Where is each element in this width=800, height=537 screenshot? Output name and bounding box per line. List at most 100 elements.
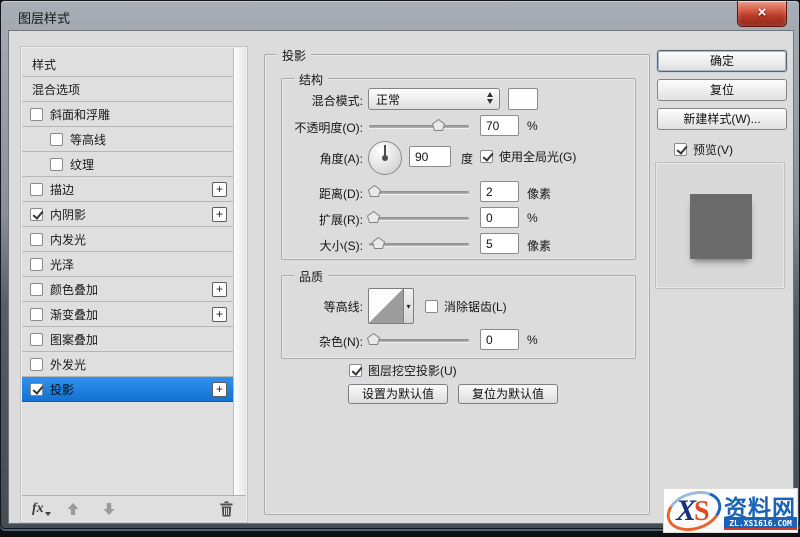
sidebar-item-styles[interactable]: 样式 [22,52,233,77]
noise-input[interactable] [480,329,519,350]
blend-mode-select[interactable]: 正常 [368,88,500,110]
color-overlay-checkbox[interactable] [30,282,43,296]
noise-slider-track[interactable] [369,339,469,342]
close-button[interactable]: × [737,1,787,27]
stroke-add-button[interactable]: + [212,182,227,197]
sidebar-item-contour[interactable]: 等高线 [22,127,233,152]
sidebar-item-inner-glow[interactable]: 内发光 [22,227,233,252]
opacity-row: 不透明度(O): % [282,115,635,139]
dialog-body: 样式 混合选项 斜面和浮雕 等高线 纹理 描边 + 内阴影 + 内发光 光泽 颜… [8,30,794,524]
opacity-slider-thumb[interactable] [432,119,445,131]
antialias-row: 消除锯齿(L) [425,298,507,315]
reset-button[interactable]: 复位 [657,79,787,101]
outer-glow-checkbox[interactable] [30,357,43,371]
new-style-button[interactable]: 新建样式(W)... [657,108,787,130]
drop-shadow-add-button[interactable]: + [212,382,227,397]
style-list-panel: 样式 混合选项 斜面和浮雕 等高线 纹理 描边 + 内阴影 + 内发光 光泽 颜… [20,46,248,523]
sidebar-item-gradient-overlay[interactable]: 渐变叠加 + [22,302,233,327]
watermark-site-url: ZL.XS1616.COM [724,517,797,530]
sidebar-item-pattern-overlay[interactable]: 图案叠加 [22,327,233,352]
inner-shadow-add-button[interactable]: + [212,207,227,222]
angle-hub [382,155,388,161]
contour-thumbnail [368,288,404,324]
noise-slider-thumb[interactable] [367,333,380,345]
preview-thumbnail [690,194,752,259]
pattern-overlay-checkbox[interactable] [30,332,43,346]
sidebar-item-bevel-emboss[interactable]: 斜面和浮雕 [22,102,233,127]
spread-input[interactable] [480,207,519,228]
layer-knockout-checkbox[interactable] [349,364,362,377]
quality-group: 品质 等高线: ▾ 消除锯齿(L) 杂色(N): 0 % [281,268,636,359]
preview-panel [655,162,785,289]
sidebar-item-drop-shadow[interactable]: 投影 + [22,377,233,402]
distance-input[interactable] [480,181,519,202]
sidebar-footer-toolbar: fx [22,495,246,521]
move-effect-up-icon[interactable] [66,502,80,516]
color-overlay-add-button[interactable]: + [212,282,227,297]
distance-row: 距离(D): 像素 [282,181,635,205]
contour-dropdown-arrow[interactable]: ▾ [403,288,414,324]
bevel-emboss-checkbox[interactable] [30,107,43,121]
shadow-color-swatch[interactable] [508,88,538,110]
angle-row: 角度(A): 度 使用全局光(G) [282,139,635,177]
watermark: X S 资料网 ZL.XS1616.COM [661,484,798,537]
contour-row: 等高线: ▾ 消除锯齿(L) [282,288,635,325]
distance-slider-thumb[interactable] [368,185,381,197]
watermark-logo-icon: X S [661,484,727,537]
ok-button[interactable]: 确定 [657,50,787,72]
spread-slider[interactable] [367,207,469,229]
sidebar-item-texture[interactable]: 纹理 [22,152,233,177]
move-effect-down-icon[interactable] [102,502,116,516]
opacity-slider-track[interactable] [369,125,469,128]
size-slider-thumb[interactable] [372,237,385,249]
noise-row: 杂色(N): % [282,329,635,353]
dialog-title: 图层样式 [18,11,71,26]
sidebar-scrollbar[interactable] [233,48,246,495]
use-global-light-checkbox[interactable] [480,150,493,163]
opacity-input[interactable] [480,115,519,136]
sidebar-item-satin[interactable]: 光泽 [22,252,233,277]
contour-checkbox[interactable] [50,132,63,146]
inner-shadow-checkbox[interactable] [30,207,43,221]
size-input[interactable] [480,233,519,254]
sidebar-item-outer-glow[interactable]: 外发光 [22,352,233,377]
gradient-overlay-checkbox[interactable] [30,307,43,321]
global-light-row: 使用全局光(G) [480,148,576,165]
reset-default-button[interactable]: 复位为默认值 [458,384,558,404]
opacity-slider[interactable] [369,115,469,137]
panel-title: 投影 [277,47,312,64]
sidebar-item-blending-options[interactable]: 混合选项 [22,77,233,102]
make-default-button[interactable]: 设置为默认值 [348,384,448,404]
gradient-overlay-add-button[interactable]: + [212,307,227,322]
sidebar-item-stroke[interactable]: 描边 + [22,177,233,202]
satin-checkbox[interactable] [30,257,43,271]
noise-slider[interactable] [367,329,469,351]
spread-slider-track[interactable] [369,217,469,220]
sidebar-item-color-overlay[interactable]: 颜色叠加 + [22,277,233,302]
preview-checkbox[interactable] [674,143,687,156]
sidebar-item-inner-shadow[interactable]: 内阴影 + [22,202,233,227]
dropdown-updown-icon [487,92,493,104]
stroke-checkbox[interactable] [30,182,43,196]
texture-checkbox[interactable] [50,157,63,171]
antialias-checkbox[interactable] [425,300,438,313]
angle-dial[interactable] [368,141,402,175]
inner-glow-checkbox[interactable] [30,232,43,246]
layer-style-dialog: 图层样式 × 样式 混合选项 斜面和浮雕 等高线 纹理 描边 + 内阴影 + 内… [0,0,800,529]
close-icon: × [757,4,767,21]
drop-shadow-checkbox[interactable] [30,382,43,396]
size-row: 大小(S): 像素 [282,233,635,257]
size-slider[interactable] [369,233,469,255]
style-list: 样式 混合选项 斜面和浮雕 等高线 纹理 描边 + 内阴影 + 内发光 光泽 颜… [22,48,233,495]
angle-input[interactable] [409,146,451,167]
fx-menu-button[interactable]: fx [32,501,51,517]
distance-slider[interactable] [368,181,469,203]
delete-effect-icon[interactable] [219,501,234,517]
contour-picker[interactable]: ▾ [368,288,414,324]
spread-row: 扩展(R): % [282,207,635,231]
preview-toggle-row: 预览(V) [657,141,733,158]
structure-group: 结构 混合模式: 正常 不透明度(O): % [281,71,636,260]
title-bar[interactable]: 图层样式 × [1,1,799,30]
distance-slider-track[interactable] [369,191,469,194]
spread-slider-thumb[interactable] [367,211,380,223]
